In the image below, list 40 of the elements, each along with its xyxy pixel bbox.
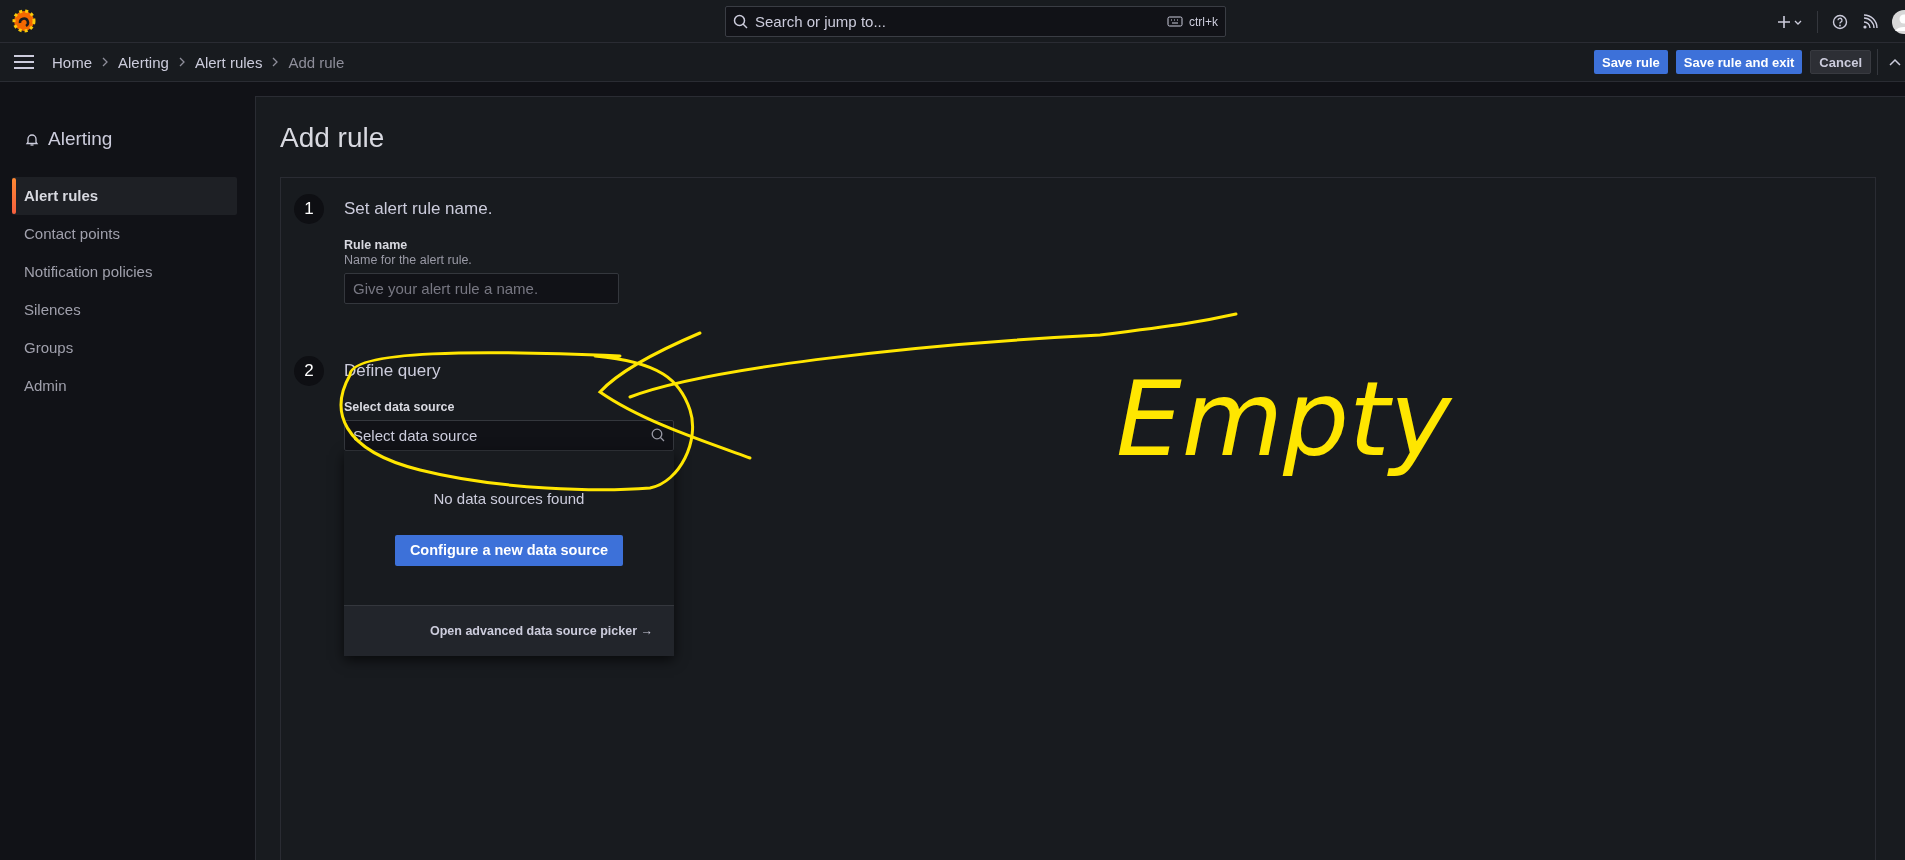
chevron-right-icon [272, 57, 279, 67]
plus-icon[interactable] [1777, 14, 1803, 29]
sidebar-item[interactable]: Contact points [12, 215, 237, 253]
sidebar-item[interactable]: Notification policies [12, 253, 237, 291]
chevron-right-icon [102, 57, 108, 67]
search-icon [733, 14, 748, 29]
step-title: Set alert rule name. [344, 197, 494, 220]
breadcrumb-link[interactable]: Alert rules [194, 53, 263, 71]
bell-icon [25, 132, 39, 146]
shortcut-hint: ctrl+k [1189, 14, 1218, 29]
step-number: 2 [294, 355, 324, 386]
section-title: Alerting [48, 128, 113, 150]
step-number: 1 [294, 193, 324, 224]
configure-button[interactable]: Configure a new data source [395, 534, 623, 566]
rss-icon[interactable] [1862, 13, 1878, 30]
cancel-button[interactable]: Cancel [1810, 50, 1871, 74]
empty-message: No data sources found [433, 489, 585, 507]
help-icon[interactable] [1832, 13, 1848, 30]
page-title: Add rule [280, 123, 386, 154]
sidebar-item[interactable]: Silences [12, 291, 237, 329]
sidebar-item[interactable]: Admin [12, 367, 237, 405]
chevron-right-icon [178, 57, 185, 67]
handwritten-note: Empty [1115, 357, 1454, 482]
chevron-up-icon[interactable] [1889, 57, 1901, 67]
field-label: Select data source [344, 399, 456, 414]
save-button[interactable]: Save rule [1593, 50, 1668, 74]
advanced-picker-link[interactable]: Open advanced data source picker → [430, 623, 653, 638]
field-label: Rule name [344, 237, 409, 252]
sidebar-item[interactable]: Groups [12, 329, 237, 367]
breadcrumb-link[interactable]: Home [52, 53, 92, 71]
field-description: Name for the alert rule. [344, 252, 473, 267]
breadcrumb-link[interactable]: Alerting [118, 53, 169, 71]
sidebar-item[interactable]: Alert rules [12, 177, 237, 215]
grafana-logo-icon[interactable] [12, 9, 36, 33]
search-icon [651, 427, 665, 442]
input-field[interactable]: Give your alert rule a name. [344, 272, 619, 304]
save-button[interactable]: Save rule and exit [1675, 50, 1803, 74]
keyboard-icon [1167, 15, 1183, 28]
menu-icon[interactable] [14, 54, 34, 70]
data-source-picker[interactable]: Select data source [344, 419, 674, 451]
